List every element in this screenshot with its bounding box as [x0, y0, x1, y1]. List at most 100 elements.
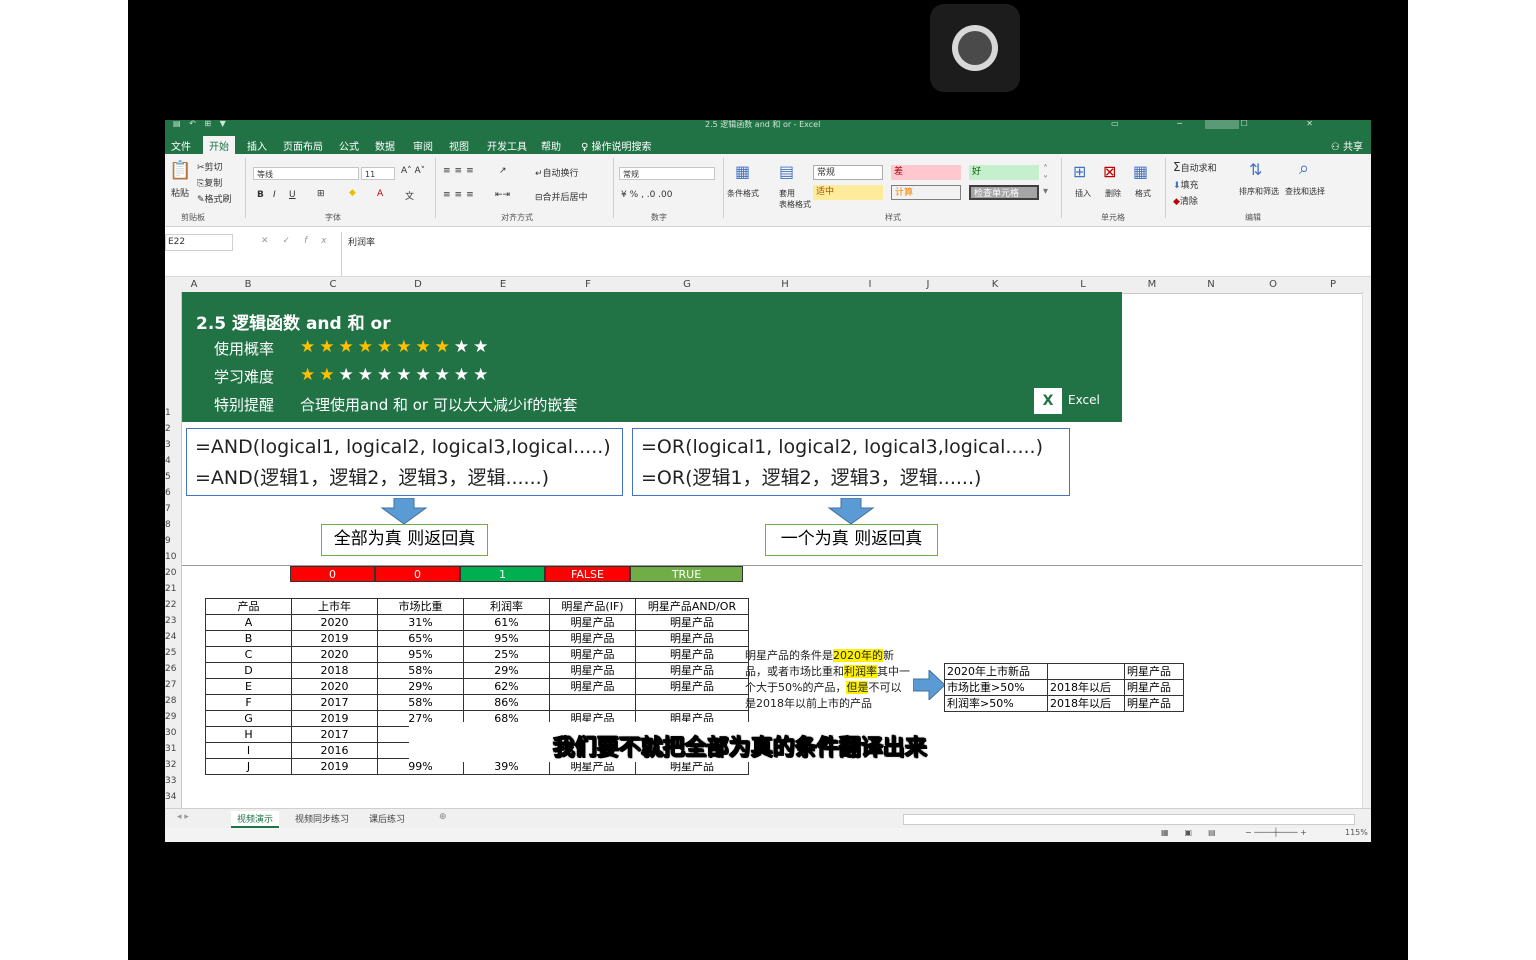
table-cell[interactable]: 明星产品: [635, 678, 749, 695]
sheet-tab[interactable]: 课后练习: [363, 811, 411, 826]
autosum-button[interactable]: Σ自动求和: [1173, 160, 1217, 174]
table-cell[interactable]: 2020: [291, 678, 378, 695]
row-header[interactable]: 2: [165, 424, 181, 434]
col-header[interactable]: D: [414, 279, 422, 290]
table-cell[interactable]: J: [205, 758, 292, 775]
table-cell[interactable]: I: [205, 742, 292, 759]
table-cell[interactable]: A: [205, 614, 292, 631]
insert-cells-label[interactable]: 插入: [1075, 188, 1091, 199]
tab-help[interactable]: 帮助: [541, 138, 561, 153]
table-cell[interactable]: G: [205, 710, 292, 727]
row-header[interactable]: 27: [165, 680, 181, 690]
col-header[interactable]: K: [992, 279, 999, 290]
table-header[interactable]: 市场比重: [377, 598, 464, 615]
sheet-nav-arrows[interactable]: ◂ ▸: [171, 811, 195, 823]
row-header[interactable]: 26: [165, 664, 181, 674]
cut-button[interactable]: ✂剪切: [197, 160, 223, 173]
zoom-level[interactable]: 115%: [1345, 828, 1368, 837]
row-header[interactable]: 29: [165, 712, 181, 722]
result-cell[interactable]: 0: [375, 566, 460, 582]
table-cell[interactable]: 明星产品: [1124, 695, 1184, 712]
row-header[interactable]: 20: [165, 568, 181, 578]
wrap-text-button[interactable]: ↵自动换行: [535, 166, 579, 179]
row-header[interactable]: 22: [165, 600, 181, 610]
horizontal-align-icons[interactable]: ≡≡≡: [443, 190, 478, 200]
copy-button[interactable]: ⎘复制: [197, 176, 222, 189]
table-header[interactable]: 明星产品AND/OR: [635, 598, 749, 615]
table-cell[interactable]: 2020: [291, 646, 378, 663]
col-header[interactable]: O: [1269, 279, 1277, 290]
table-cell[interactable]: 明星产品: [549, 678, 636, 695]
orientation-icon[interactable]: ↗: [499, 166, 507, 176]
table-cell[interactable]: F: [205, 694, 292, 711]
bold-button[interactable]: B: [257, 190, 264, 200]
col-header[interactable]: B: [245, 279, 252, 290]
table-cell[interactable]: 2018: [291, 662, 378, 679]
col-header[interactable]: A: [191, 279, 198, 290]
fill-color-icon[interactable]: ◆: [349, 188, 356, 198]
table-cell[interactable]: 2016: [291, 742, 378, 759]
table-cell[interactable]: 58%: [377, 662, 464, 679]
sort-filter-icon[interactable]: ⇅: [1249, 160, 1262, 179]
paste-label[interactable]: 粘贴: [171, 186, 189, 199]
font-size-select[interactable]: 11: [361, 167, 395, 180]
table-cell[interactable]: 市场比重>50%: [944, 679, 1048, 696]
row-header[interactable]: 30: [165, 728, 181, 738]
find-select-label[interactable]: 查找和选择: [1285, 186, 1325, 197]
col-header[interactable]: F: [585, 279, 591, 290]
tab-formulas[interactable]: 公式: [339, 138, 359, 153]
row-header[interactable]: 3: [165, 440, 181, 450]
paste-icon[interactable]: 📋: [169, 160, 191, 181]
currency-percent-icons[interactable]: ¥ % ‚ .0 .00: [621, 190, 672, 200]
format-as-table-label[interactable]: 套用 表格格式: [779, 188, 811, 210]
result-cell[interactable]: 0: [290, 566, 375, 582]
table-cell[interactable]: 61%: [463, 614, 550, 631]
row-header[interactable]: 4: [165, 456, 181, 466]
tab-file[interactable]: 文件: [171, 138, 191, 153]
table-cell[interactable]: 利润率>50%: [944, 695, 1048, 712]
row-header[interactable]: 5: [165, 472, 181, 482]
table-cell[interactable]: [635, 694, 749, 711]
result-cell[interactable]: TRUE: [630, 566, 743, 582]
table-cell[interactable]: 2018年以后: [1047, 695, 1125, 712]
tell-me-search[interactable]: ♀ 操作说明搜索: [581, 138, 652, 153]
table-cell[interactable]: 2019: [291, 758, 378, 775]
table-cell[interactable]: [549, 694, 636, 711]
table-cell[interactable]: 86%: [463, 694, 550, 711]
table-header[interactable]: 明星产品(IF): [549, 598, 636, 615]
table-cell[interactable]: H: [205, 726, 292, 743]
table-cell[interactable]: 明星产品: [635, 614, 749, 631]
conditional-format-icon[interactable]: ▦: [735, 162, 750, 181]
table-header[interactable]: 产品: [205, 598, 292, 615]
name-box[interactable]: E22: [165, 234, 233, 251]
format-painter-button[interactable]: ✎格式刷: [197, 192, 232, 205]
table-cell[interactable]: C: [205, 646, 292, 663]
tab-review[interactable]: 审阅: [413, 138, 433, 153]
col-header[interactable]: J: [927, 279, 930, 290]
table-cell[interactable]: 2017: [291, 726, 378, 743]
font-grow-shrink-icons[interactable]: A˄ A˅: [401, 166, 425, 176]
zoom-slider[interactable]: − ────┼──── +: [1245, 828, 1307, 837]
col-header[interactable]: C: [330, 279, 337, 290]
style-neutral[interactable]: 适中: [813, 185, 883, 200]
table-cell[interactable]: 58%: [377, 694, 464, 711]
tab-home[interactable]: 开始: [203, 136, 235, 155]
table-cell[interactable]: 2019: [291, 710, 378, 727]
row-header[interactable]: 24: [165, 632, 181, 642]
fill-button[interactable]: ⬇填充: [1173, 178, 1199, 191]
underline-button[interactable]: U: [289, 190, 296, 200]
row-header[interactable]: 21: [165, 584, 181, 594]
table-cell[interactable]: 2018年以后: [1047, 679, 1125, 696]
table-cell[interactable]: 95%: [377, 646, 464, 663]
number-format-select[interactable]: 常规: [619, 167, 715, 180]
styles-scroll-icons[interactable]: ˄ ˅ ▾: [1043, 164, 1048, 197]
row-header[interactable]: 32: [165, 760, 181, 770]
table-cell[interactable]: 2017: [291, 694, 378, 711]
font-name-select[interactable]: 等线: [253, 167, 359, 180]
format-cells-label[interactable]: 格式: [1135, 188, 1151, 199]
style-normal[interactable]: 常规: [813, 165, 883, 180]
table-cell[interactable]: 25%: [463, 646, 550, 663]
sort-filter-label[interactable]: 排序和筛选: [1239, 186, 1279, 197]
table-cell[interactable]: 29%: [377, 678, 464, 695]
row-header[interactable]: 34: [165, 792, 181, 802]
